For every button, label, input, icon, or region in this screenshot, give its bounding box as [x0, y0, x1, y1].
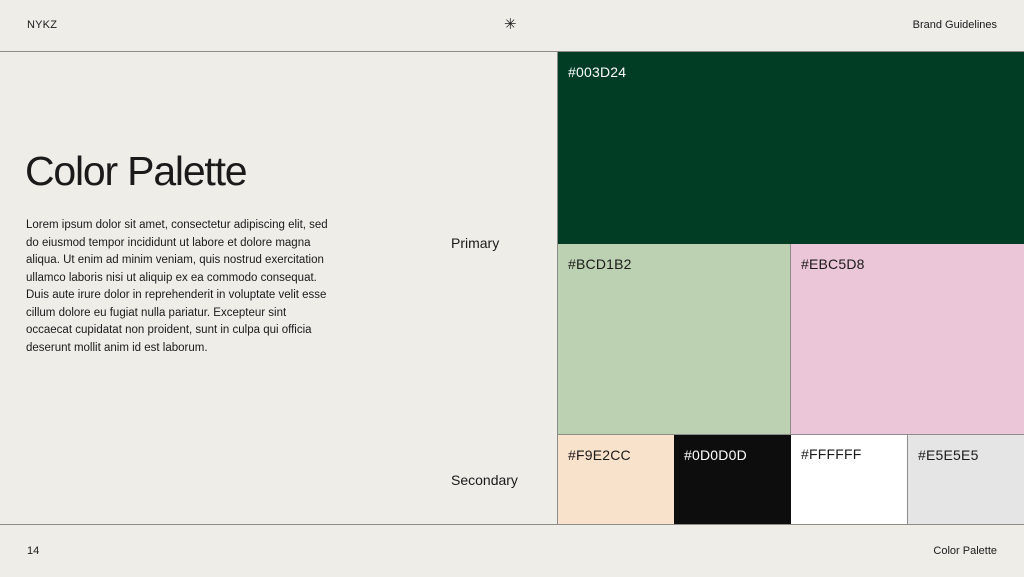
- swatch-hex-label: #003D24: [568, 64, 627, 80]
- color-swatch-secondary-peach: #F9E2CC: [557, 435, 674, 524]
- swatch-hex-label: #E5E5E5: [918, 447, 979, 463]
- color-swatch-secondary-grey: #E5E5E5: [907, 435, 1024, 524]
- swatch-hex-label: #0D0D0D: [684, 447, 747, 463]
- brand-name: NYKZ: [27, 19, 58, 31]
- secondary-label: Secondary: [451, 472, 518, 488]
- page-title: Color Palette: [25, 148, 248, 194]
- section-name: Color Palette: [933, 545, 997, 557]
- color-swatch-primary-green: #003D24: [557, 52, 1024, 244]
- color-swatch-secondary-black: #0D0D0D: [674, 435, 791, 524]
- asterisk-icon: ✳: [504, 16, 517, 33]
- swatch-hex-label: #EBC5D8: [801, 256, 865, 272]
- body-paragraph: Lorem ipsum dolor sit amet, consectetur …: [26, 219, 328, 354]
- swatch-hex-label: #F9E2CC: [568, 447, 631, 463]
- swatch-hex-label: #FFFFFF: [801, 446, 862, 462]
- page-footer: 14 Color Palette: [0, 524, 1024, 577]
- color-swatch-secondary-white: #FFFFFF: [791, 435, 907, 524]
- document-title: Brand Guidelines: [912, 19, 997, 31]
- color-swatch-primary-pink: #EBC5D8: [791, 244, 1024, 435]
- page-number: 14: [27, 545, 40, 557]
- swatch-hex-label: #BCD1B2: [568, 256, 632, 272]
- page-header: NYKZ ✳ Brand Guidelines: [0, 0, 1024, 52]
- primary-label: Primary: [451, 235, 500, 251]
- color-swatch-primary-sage: #BCD1B2: [557, 244, 791, 435]
